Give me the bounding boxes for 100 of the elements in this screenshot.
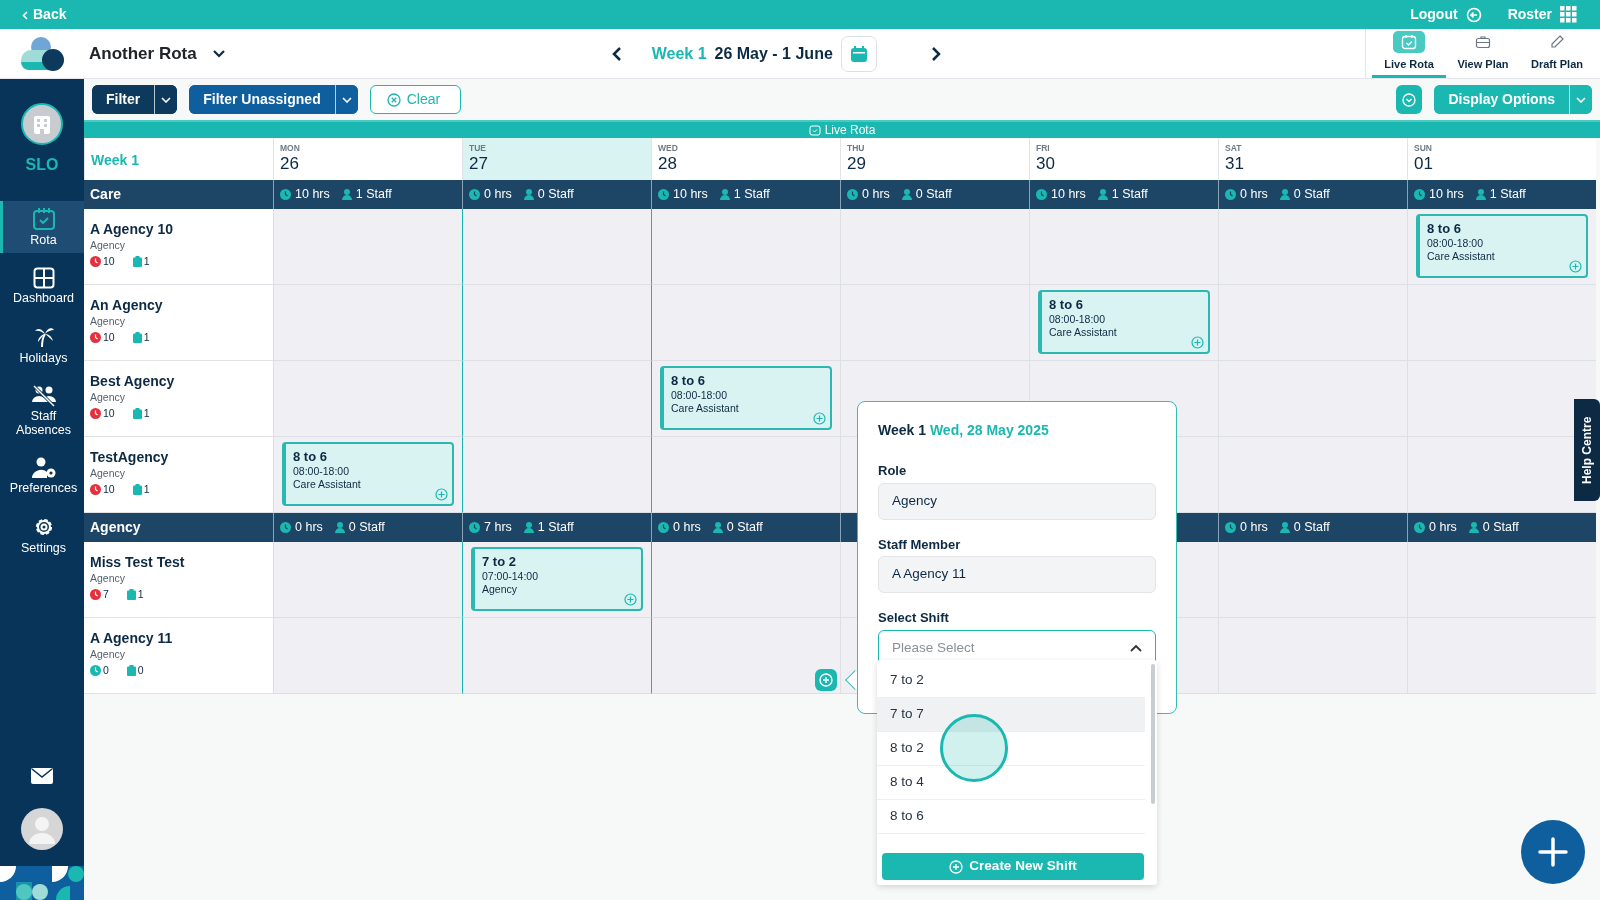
day-cell[interactable]: 8 to 6 08:00-18:00 Care Assistant <box>273 437 462 513</box>
role-label: Agency <box>90 313 127 329</box>
chevron-left-icon <box>611 46 622 63</box>
shift-title: 8 to 6 <box>293 449 328 465</box>
day-cell[interactable] <box>1407 542 1596 618</box>
person-icon <box>523 189 534 200</box>
person-icon <box>1475 189 1486 200</box>
day-cell[interactable] <box>462 361 651 437</box>
nav-item[interactable]: Rota <box>0 201 84 254</box>
popup-title: Week 1 Wed, 28 May 2025 <box>878 421 1050 440</box>
day-cell[interactable] <box>273 209 462 285</box>
shift-card[interactable]: 8 to 6 08:00-18:00 Care Assistant <box>282 442 454 506</box>
day-cell[interactable] <box>651 209 840 285</box>
nav-item[interactable]: Holidays <box>0 319 84 372</box>
day-cell[interactable] <box>273 618 462 694</box>
day-number: 26 <box>280 154 300 174</box>
input-field[interactable]: A Agency 11 <box>878 556 1156 593</box>
day-cell[interactable] <box>273 542 462 618</box>
day-cell[interactable] <box>651 618 840 694</box>
nav-item[interactable]: Preferences <box>0 450 84 501</box>
date-range: 26 May - 1 June <box>714 43 833 64</box>
day-cell[interactable] <box>1218 437 1407 513</box>
day-cell[interactable] <box>651 542 840 618</box>
filter-unassigned-button[interactable]: Filter Unassigned <box>189 85 358 114</box>
person-gear-icon <box>30 456 57 479</box>
day-cell[interactable] <box>462 437 651 513</box>
input-field[interactable]: Agency <box>878 482 1156 520</box>
nav-item[interactable]: Settings <box>0 508 84 561</box>
shift-role: Care Assistant <box>1427 250 1496 264</box>
nav-item[interactable]: Dashboard <box>0 261 84 312</box>
shift-title: 8 to 6 <box>671 373 706 389</box>
hours-total: 10 hrs <box>1429 186 1464 204</box>
filter-button[interactable]: Filter <box>92 85 178 114</box>
day-cell[interactable] <box>1029 209 1218 285</box>
dropdown-option[interactable]: 8 to 2 <box>877 732 1145 766</box>
calendar-button[interactable] <box>840 35 877 72</box>
person-icon <box>901 189 912 200</box>
clock-icon <box>658 522 669 533</box>
group-name: Agency <box>90 518 141 537</box>
day-cell[interactable] <box>840 209 1029 285</box>
dropdown-option[interactable]: 7 to 7 <box>877 698 1145 732</box>
role-label: Agency <box>90 465 127 481</box>
hours-total: 0 hrs <box>1240 186 1268 204</box>
day-number: 27 <box>469 154 489 174</box>
help-centre-tab[interactable]: Help Centre <box>1574 399 1600 501</box>
day-cell[interactable] <box>462 618 651 694</box>
group-name: Care <box>90 185 122 204</box>
hours-total: 7 hrs <box>484 519 512 537</box>
staff-total: 0 Staff <box>348 519 385 537</box>
staff-total: 0 Staff <box>1293 186 1330 204</box>
add-circle-icon <box>1569 260 1582 273</box>
day-cell[interactable] <box>1407 285 1596 361</box>
hours-count: 7 <box>103 586 109 602</box>
day-cell[interactable] <box>1218 542 1407 618</box>
shift-card[interactable]: 8 to 6 08:00-18:00 Care Assistant <box>660 366 832 430</box>
shift-title: 8 to 6 <box>1427 221 1462 237</box>
mail-icon[interactable] <box>31 768 53 784</box>
day-cell[interactable] <box>273 361 462 437</box>
shift-time: 07:00-14:00 <box>482 569 540 584</box>
day-cell[interactable] <box>462 209 651 285</box>
day-cell[interactable] <box>1218 618 1407 694</box>
day-cell[interactable]: 7 to 2 07:00-14:00 Agency <box>462 542 651 618</box>
staff-total: 0 Staff <box>1482 519 1519 537</box>
nav-item[interactable]: Staff Absences <box>0 379 84 443</box>
day-number: 29 <box>847 154 867 174</box>
day-cell[interactable]: 8 to 6 08:00-18:00 Care Assistant <box>1407 209 1596 285</box>
day-cell[interactable] <box>273 285 462 361</box>
role-label: Agency <box>90 646 127 662</box>
plus-icon <box>1538 837 1568 867</box>
shift-role: Care Assistant <box>293 478 362 492</box>
shift-count: 0 <box>137 662 144 678</box>
day-cell[interactable] <box>1218 209 1407 285</box>
person-icon <box>341 189 352 200</box>
clear-icon <box>386 92 401 107</box>
caret-icon <box>161 97 172 104</box>
day-number: 30 <box>1036 154 1056 174</box>
day-cell[interactable] <box>1407 618 1596 694</box>
view-tab[interactable]: View Plan <box>1446 29 1520 78</box>
user-avatar[interactable] <box>21 808 63 850</box>
shift-card[interactable]: 8 to 6 08:00-18:00 Care Assistant <box>1416 214 1588 278</box>
day-cell[interactable] <box>651 285 840 361</box>
dropdown-option[interactable]: 7 to 2 <box>877 664 1145 698</box>
day-cell[interactable] <box>462 285 651 361</box>
hours-total: 10 hrs <box>1051 186 1086 204</box>
staff-total: 1 Staff <box>733 186 770 204</box>
calendar-icon <box>849 44 868 63</box>
dropdown-option[interactable]: 8 to 4 <box>877 766 1145 800</box>
hours-total: 0 hrs <box>673 519 701 537</box>
day-cell[interactable] <box>651 437 840 513</box>
collapse-button[interactable] <box>1396 85 1423 114</box>
day-cell[interactable]: 8 to 6 08:00-18:00 Care Assistant <box>1029 285 1218 361</box>
rota-selector[interactable]: Another Rota <box>88 39 226 68</box>
day-cell[interactable]: 8 to 6 08:00-18:00 Care Assistant <box>651 361 840 437</box>
person-icon <box>1279 522 1290 533</box>
shift-card[interactable]: 8 to 6 08:00-18:00 Care Assistant <box>1038 290 1210 354</box>
view-tab[interactable]: Draft Plan <box>1520 29 1594 78</box>
shift-card[interactable]: 7 to 2 07:00-14:00 Agency <box>471 547 643 611</box>
add-shift-button[interactable] <box>815 669 837 691</box>
dropdown-option[interactable]: 8 to 6 <box>877 800 1145 834</box>
staff-name: A Agency 10 <box>90 221 174 238</box>
